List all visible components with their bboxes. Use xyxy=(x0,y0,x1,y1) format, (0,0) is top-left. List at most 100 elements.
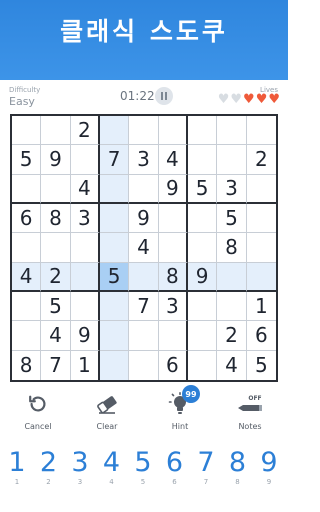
number-key-6[interactable]: 66 xyxy=(160,448,190,487)
board-cell[interactable] xyxy=(100,350,130,380)
board-cell[interactable] xyxy=(70,292,100,322)
board-cell[interactable] xyxy=(188,233,218,263)
board-cell[interactable]: 4 xyxy=(70,174,100,204)
board-cell[interactable] xyxy=(100,292,130,322)
board-cell[interactable] xyxy=(217,116,247,146)
board-cell[interactable] xyxy=(129,116,159,146)
board-cell[interactable] xyxy=(129,350,159,380)
pause-button[interactable] xyxy=(155,87,173,105)
number-key-4[interactable]: 44 xyxy=(97,448,127,487)
board-cell[interactable] xyxy=(12,321,42,351)
heart-icon: ♥ xyxy=(268,92,280,107)
board-cell[interactable] xyxy=(158,116,188,146)
board-cell[interactable]: 9 xyxy=(158,174,188,204)
board-cell[interactable]: 1 xyxy=(71,350,100,380)
board-cell[interactable]: 8 xyxy=(12,350,42,380)
board-cell[interactable] xyxy=(100,116,130,146)
board-cell[interactable] xyxy=(246,204,276,234)
cancel-button[interactable]: Cancel xyxy=(8,390,68,431)
board-cell[interactable] xyxy=(158,204,188,234)
board-cell[interactable] xyxy=(188,350,218,380)
board-cell[interactable] xyxy=(129,174,159,204)
board-cell[interactable]: 4 xyxy=(41,321,71,351)
board-cell[interactable] xyxy=(41,233,71,263)
board-cell[interactable]: 4 xyxy=(12,262,42,292)
clear-button[interactable]: Clear xyxy=(77,390,137,431)
board-cell[interactable]: 8 xyxy=(158,262,188,292)
number-key-7[interactable]: 77 xyxy=(191,448,221,487)
board-cell[interactable] xyxy=(246,262,276,292)
board-cell[interactable] xyxy=(246,233,276,263)
board-cell[interactable]: 4 xyxy=(158,145,188,175)
board-cell[interactable]: 1 xyxy=(246,292,276,322)
board-cell[interactable]: 9 xyxy=(129,204,159,234)
board-cell[interactable]: 6 xyxy=(246,321,276,351)
board-cell[interactable] xyxy=(158,321,188,351)
board-cell[interactable]: 2 xyxy=(217,321,247,351)
board-cell[interactable] xyxy=(100,204,130,234)
board-cell[interactable]: 9 xyxy=(188,262,218,292)
board-cell[interactable]: 7 xyxy=(41,350,71,380)
board-cell[interactable] xyxy=(188,204,218,234)
number-key-digit: 3 xyxy=(71,447,89,478)
board-cell[interactable]: 2 xyxy=(246,145,276,175)
board-cell[interactable] xyxy=(188,321,218,351)
board-cell[interactable] xyxy=(217,292,247,322)
board-cell[interactable] xyxy=(12,116,42,146)
number-key-1[interactable]: 11 xyxy=(2,448,32,487)
board-cell[interactable] xyxy=(246,116,276,146)
board-cell[interactable] xyxy=(217,145,247,175)
board-cell[interactable]: 2 xyxy=(70,116,100,146)
board-cell[interactable] xyxy=(70,233,100,263)
board-cell[interactable]: 3 xyxy=(70,204,100,234)
number-key-2[interactable]: 22 xyxy=(34,448,64,487)
board-cell[interactable]: 5 xyxy=(247,351,276,380)
board-cell[interactable] xyxy=(100,321,130,351)
board-cell[interactable]: 6 xyxy=(12,204,42,234)
board-cell[interactable] xyxy=(129,262,159,292)
board-cell[interactable] xyxy=(217,262,247,292)
board-cell[interactable]: 3 xyxy=(129,145,159,175)
number-key-9[interactable]: 99 xyxy=(254,448,284,487)
board-cell[interactable] xyxy=(41,116,71,146)
board-cell[interactable] xyxy=(70,145,100,175)
board-cell[interactable] xyxy=(100,233,130,263)
board-cell[interactable] xyxy=(100,174,130,204)
board-cell[interactable]: 7 xyxy=(100,145,130,175)
board-cell[interactable]: 8 xyxy=(41,204,71,234)
board-cell[interactable] xyxy=(158,233,188,263)
board-cell[interactable] xyxy=(188,145,218,175)
board-cell[interactable] xyxy=(246,175,276,204)
number-key-3[interactable]: 33 xyxy=(65,447,95,487)
board-cell[interactable]: 7 xyxy=(129,292,159,322)
number-key-8[interactable]: 88 xyxy=(223,448,253,487)
board-cell[interactable] xyxy=(70,262,100,292)
board-cell[interactable]: 5 xyxy=(100,262,130,292)
board-cell[interactable] xyxy=(129,321,159,351)
board-cell[interactable]: 9 xyxy=(70,321,100,351)
number-key-count: 3 xyxy=(77,478,83,486)
board-cell[interactable]: 2 xyxy=(41,262,71,292)
board-cell[interactable] xyxy=(12,292,42,322)
board-cell[interactable] xyxy=(41,174,71,204)
board-cell[interactable]: 4 xyxy=(129,233,159,263)
number-key-digit: 5 xyxy=(134,447,152,478)
board-cell[interactable]: 5 xyxy=(41,292,71,322)
hint-button[interactable]: 99 Hint xyxy=(150,385,210,431)
board-cell[interactable]: 5 xyxy=(12,145,42,175)
board-cell[interactable]: 3 xyxy=(217,174,247,204)
board-cell[interactable]: 5 xyxy=(188,174,218,204)
board-cell[interactable]: 6 xyxy=(159,350,188,380)
board-cell[interactable] xyxy=(12,233,42,263)
board-cell[interactable] xyxy=(12,174,42,204)
board-cell[interactable]: 4 xyxy=(217,350,247,380)
board-cell[interactable]: 3 xyxy=(158,292,188,322)
board-cell[interactable]: 5 xyxy=(217,204,247,234)
clear-label: Clear xyxy=(96,422,118,431)
board-cell[interactable] xyxy=(188,116,218,146)
board-cell[interactable]: 8 xyxy=(217,233,247,263)
number-key-5[interactable]: 55 xyxy=(128,447,158,487)
notes-button[interactable]: OFF Notes xyxy=(220,390,280,431)
board-cell[interactable]: 9 xyxy=(41,145,71,175)
board-cell[interactable] xyxy=(188,292,218,322)
